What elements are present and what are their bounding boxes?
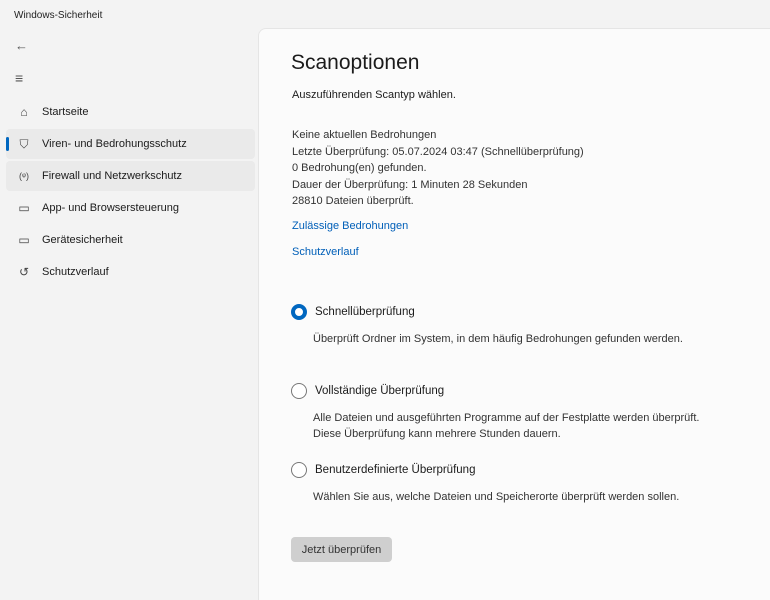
shield-icon: ⛉ — [19, 136, 29, 151]
option-description: Wählen Sie aus, welche Dateien und Speic… — [313, 491, 680, 503]
hamburger-menu-icon[interactable]: ≡ — [15, 70, 23, 86]
sidebar-item-label: Schutzverlauf — [42, 266, 109, 278]
sidebar-item-label: Startseite — [42, 106, 89, 118]
option-label: Benutzerdefinierte Überprüfung — [315, 464, 476, 476]
wireless-icon: (ᵠ) — [19, 171, 29, 181]
sidebar-item-label: Firewall und Netzwerkschutz — [42, 170, 182, 182]
protection-history-link[interactable]: Schutzverlauf — [292, 246, 359, 258]
sidebar-item-label: App- und Browsersteuerung — [42, 202, 179, 214]
status-line: Keine aktuellen Bedrohungen — [292, 129, 437, 141]
main-content: Scanoptionen Auszuführenden Scantyp wähl… — [258, 28, 770, 600]
browser-window-icon: ▭ — [18, 201, 30, 215]
sidebar-item-app-browser[interactable]: ▭ App- und Browsersteuerung — [6, 193, 255, 223]
window-title: Windows-Sicherheit — [14, 10, 103, 21]
radio-full-scan[interactable]: Vollständige Überprüfung — [291, 383, 444, 399]
page-subtitle: Auszuführenden Scantyp wählen. — [292, 89, 456, 101]
page-title: Scanoptionen — [291, 51, 420, 74]
radio-custom-scan[interactable]: Benutzerdefinierte Überprüfung — [291, 462, 475, 478]
sidebar-item-virenschutz[interactable]: ⛉ Viren- und Bedrohungsschutz — [6, 129, 255, 159]
radio-unselected-icon[interactable] — [291, 462, 307, 478]
sidebar-item-label: Viren- und Bedrohungsschutz — [42, 138, 187, 150]
laptop-icon: ▭ — [18, 233, 30, 247]
scan-status: Keine aktuellen Bedrohungen Letzte Überp… — [292, 127, 584, 210]
option-label: Schnellüberprüfung — [315, 306, 415, 318]
option-label: Vollständige Überprüfung — [315, 385, 445, 397]
status-line: 0 Bedrohung(en) gefunden. — [292, 162, 427, 174]
sidebar-nav: ⌂ Startseite ⛉ Viren- und Bedrohungsschutz… — [6, 97, 255, 289]
sidebar-item-schutzverlauf[interactable]: ↺ Schutzverlauf — [6, 257, 255, 287]
option-description: Überprüft Ordner im System, in dem häufi… — [313, 333, 683, 345]
status-line: 28810 Dateien überprüft. — [292, 195, 414, 207]
sidebar-item-geraetesicherheit[interactable]: ▭ Gerätesicherheit — [6, 225, 255, 255]
sidebar-item-firewall[interactable]: (ᵠ) Firewall und Netzwerkschutz — [6, 161, 255, 191]
sidebar-item-label: Gerätesicherheit — [42, 234, 123, 246]
radio-unselected-icon[interactable] — [291, 383, 307, 399]
option-description: Alle Dateien und ausgeführten Programme … — [313, 412, 700, 440]
home-icon: ⌂ — [20, 105, 28, 119]
radio-selected-icon[interactable] — [291, 304, 307, 320]
allowed-threats-link[interactable]: Zulässige Bedrohungen — [292, 220, 408, 232]
radio-quick-scan[interactable]: Schnellüberprüfung — [291, 304, 415, 320]
history-icon: ↺ — [18, 265, 30, 279]
status-line: Letzte Überprüfung: 05.07.2024 03:47 (Sc… — [292, 145, 584, 158]
status-line: Dauer der Überprüfung: 1 Minuten 28 Seku… — [292, 178, 528, 191]
scan-now-button[interactable]: Jetzt überprüfen — [291, 537, 392, 562]
back-arrow-icon[interactable]: ← — [15, 38, 28, 53]
sidebar-item-startseite[interactable]: ⌂ Startseite — [6, 97, 255, 127]
